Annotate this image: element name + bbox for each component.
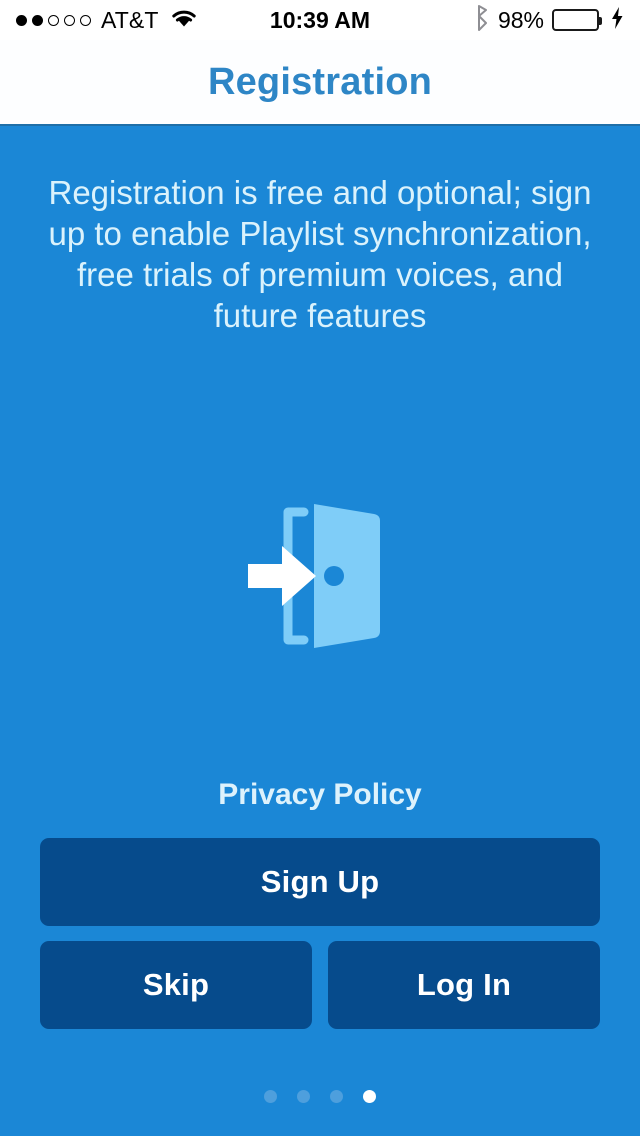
pagination-dot-3[interactable]	[330, 1090, 343, 1103]
signal-dot-4-icon	[64, 14, 75, 26]
privacy-policy-link[interactable]: Privacy Policy	[0, 778, 640, 812]
skip-button[interactable]: Skip	[40, 941, 312, 1029]
pagination-dot-4-active[interactable]	[363, 1090, 376, 1103]
page-title: Registration	[207, 60, 433, 103]
carrier-label: AT&T	[101, 6, 159, 33]
bluetooth-icon	[474, 4, 490, 36]
status-bar-left: AT&T	[16, 7, 320, 34]
signal-dot-5-icon	[80, 14, 91, 26]
hero-icon-container	[0, 496, 640, 661]
app-screen: AT&T 10:39 AM 98% Registration Registrat…	[0, 0, 640, 1136]
status-bar-right: 98%	[320, 4, 624, 36]
navigation-bar: Registration	[0, 40, 640, 126]
lightning-bolt-icon	[610, 6, 624, 35]
signal-dot-1-icon	[16, 14, 27, 26]
pagination-dot-2[interactable]	[297, 1090, 310, 1103]
battery-icon	[552, 9, 602, 31]
signal-dot-3-icon	[48, 14, 59, 26]
pagination-dot-1[interactable]	[264, 1090, 277, 1103]
sign-in-door-icon	[248, 496, 392, 661]
battery-percent-label: 98%	[497, 6, 544, 33]
cellular-signal-dots-icon	[16, 14, 91, 26]
intro-description: Registration is free and optional; sign …	[48, 174, 592, 334]
battery-nub	[598, 17, 602, 25]
wifi-icon	[170, 7, 198, 34]
pagination-dots[interactable]	[0, 1090, 640, 1103]
signal-dot-2-icon	[32, 14, 43, 26]
content-area: Registration is free and optional; sign …	[0, 128, 640, 1136]
log-in-button[interactable]: Log In	[328, 941, 600, 1029]
sign-up-button[interactable]: Sign Up	[40, 838, 600, 926]
status-bar: AT&T 10:39 AM 98%	[0, 0, 640, 40]
